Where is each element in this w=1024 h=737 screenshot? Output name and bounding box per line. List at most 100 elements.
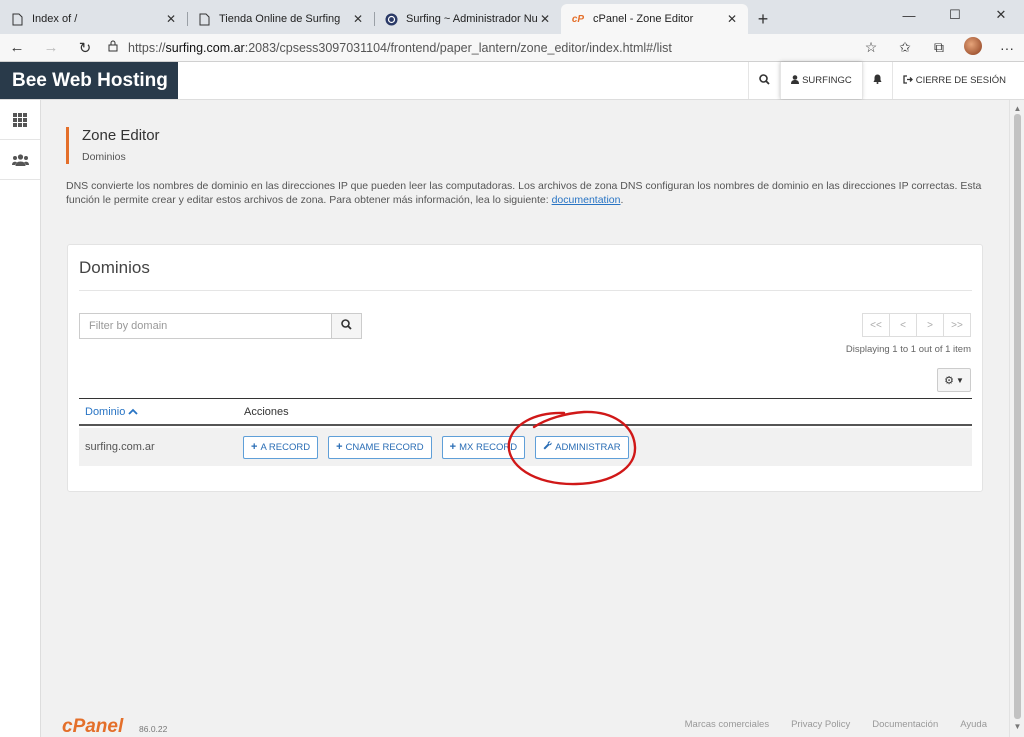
search-input[interactable] — [79, 313, 331, 339]
panel-title: Dominios — [79, 258, 150, 277]
globe-icon — [384, 12, 398, 26]
url-prefix: https:// — [128, 40, 166, 55]
scroll-up-icon[interactable]: ▲ — [1013, 104, 1022, 113]
domain-search — [79, 313, 362, 339]
maximize-icon[interactable]: ☐ — [932, 0, 978, 30]
first-page-button[interactable]: << — [862, 313, 890, 337]
prev-page-button[interactable]: < — [889, 313, 917, 337]
footer-links: Marcas comerciales Privacy Policy Docume… — [663, 719, 987, 730]
documentation-link[interactable]: documentation — [552, 194, 621, 206]
gear-icon: ⚙ — [944, 374, 954, 387]
column-actions-label: Acciones — [244, 405, 289, 418]
search-button[interactable] — [748, 62, 780, 99]
favorite-star-icon[interactable]: ☆ — [854, 39, 888, 56]
page-title: Zone Editor — [82, 127, 160, 144]
search-icon — [341, 319, 352, 333]
page-description: DNS convierte los nombres de dominio en … — [66, 179, 1011, 207]
browser-tab-active[interactable]: cP cPanel - Zone Editor ✕ — [561, 4, 748, 34]
logout-icon — [903, 74, 913, 87]
last-page-button[interactable]: >> — [943, 313, 971, 337]
left-sidebar — [0, 100, 41, 737]
footer: cPanel 86.0.22 Marcas comerciales Privac… — [0, 712, 1009, 737]
logout-label: CIERRE DE SESIÓN — [915, 75, 1006, 86]
user-menu[interactable]: SURFINGC — [780, 62, 862, 99]
add-a-record-button[interactable]: + A RECORD — [243, 435, 319, 459]
back-icon[interactable]: ← — [0, 34, 34, 62]
tab-title: Tienda Online de Surfing — [219, 13, 341, 25]
footer-link-privacy[interactable]: Privacy Policy — [791, 719, 850, 730]
cpanel-logo: cPanel — [62, 716, 124, 737]
browser-tab[interactable]: Index of / ✕ — [0, 4, 187, 34]
domain-cell: surfing.com.ar — [85, 441, 155, 453]
button-label: MX RECORD — [459, 441, 518, 453]
pagination: << < > >> — [862, 313, 971, 337]
minimize-icon[interactable]: — — [886, 0, 932, 30]
lock-icon — [108, 40, 118, 55]
plus-icon: + — [449, 441, 457, 453]
home-grid-icon[interactable] — [0, 100, 40, 140]
users-icon[interactable] — [0, 140, 40, 180]
plus-icon: + — [251, 441, 258, 453]
window-controls: — ☐ ✕ — [886, 0, 1024, 30]
page-icon — [197, 12, 211, 26]
search-icon — [759, 73, 770, 88]
settings-dropdown-button[interactable]: ⚙ ▼ — [937, 368, 971, 392]
brand-logo[interactable]: Bee Web Hosting — [0, 62, 178, 99]
manage-button[interactable]: ADMINISTRAR — [535, 435, 629, 459]
tab-title: Surfing ~ Administrador Nube ~ — [406, 13, 537, 25]
browser-tabbar: Index of / ✕ Tienda Online de Surfing ✕ … — [0, 0, 1024, 34]
url-host: surfing.com.ar — [165, 40, 245, 55]
vertical-scrollbar[interactable]: ▲ ▼ — [1009, 100, 1024, 737]
add-mx-record-button[interactable]: + MX RECORD — [441, 435, 526, 459]
page-icon — [10, 12, 24, 26]
tab-close-icon[interactable]: ✕ — [724, 12, 740, 26]
scroll-thumb[interactable] — [1014, 114, 1021, 719]
plus-icon: + — [336, 441, 343, 453]
column-domain-sort[interactable]: Dominio — [79, 406, 244, 418]
browser-tab[interactable]: Tienda Online de Surfing ✕ — [187, 4, 374, 34]
page-subtitle: Dominios — [82, 151, 126, 163]
profile-avatar[interactable] — [956, 37, 990, 58]
collections-icon[interactable]: ⧉ — [922, 39, 956, 56]
tab-close-icon[interactable]: ✕ — [163, 12, 179, 26]
footer-link-trademarks[interactable]: Marcas comerciales — [685, 719, 769, 730]
browser-tab[interactable]: Surfing ~ Administrador Nube ~ ✕ — [374, 4, 561, 34]
scroll-down-icon[interactable]: ▼ — [1013, 722, 1022, 731]
column-domain-label: Dominio — [85, 405, 126, 418]
cpanel-icon: cP — [571, 13, 585, 25]
main-content: Zone Editor Dominios DNS convierte los n… — [41, 100, 1009, 737]
tab-close-icon[interactable]: ✕ — [537, 12, 553, 26]
search-button[interactable] — [331, 313, 362, 339]
bell-icon — [873, 74, 882, 87]
footer-link-help[interactable]: Ayuda — [960, 719, 987, 730]
version-label: 86.0.22 — [139, 724, 168, 734]
tab-title: cPanel - Zone Editor — [593, 13, 694, 25]
new-tab-button[interactable]: + — [748, 4, 778, 34]
user-icon — [791, 74, 800, 87]
chevron-up-icon — [128, 406, 139, 418]
forward-icon[interactable]: → — [34, 34, 68, 62]
button-label: ADMINISTRAR — [555, 441, 621, 453]
description-end: . — [620, 194, 624, 206]
table-row: surfing.com.ar + A RECORD + CNAME RECORD +… — [79, 428, 972, 466]
url-field[interactable]: https://surfing.com.ar:2083/cpsess309703… — [102, 34, 854, 62]
divider — [79, 290, 972, 291]
caret-down-icon: ▼ — [955, 375, 964, 385]
more-menu-icon[interactable]: ··· — [990, 40, 1024, 56]
address-bar: ← → ↻ https://surfing.com.ar:2083/cpsess… — [0, 34, 1024, 62]
page-header: Zone Editor Dominios — [66, 127, 160, 164]
refresh-icon[interactable]: ↻ — [68, 34, 102, 62]
table-header: Dominio Acciones — [79, 398, 972, 426]
tab-close-icon[interactable]: ✕ — [350, 12, 366, 26]
add-cname-record-button[interactable]: + CNAME RECORD — [328, 435, 432, 459]
button-label: CNAME RECORD — [345, 441, 424, 453]
tab-title: Index of / — [32, 13, 78, 25]
logout-button[interactable]: CIERRE DE SESIÓN — [891, 62, 1016, 99]
close-window-icon[interactable]: ✕ — [978, 0, 1024, 30]
notifications-button[interactable] — [861, 62, 892, 99]
next-page-button[interactable]: > — [916, 313, 944, 337]
domains-panel: Dominios << < > >> Displaying 1 to 1 out… — [67, 244, 983, 492]
cpanel-header: Bee Web Hosting SURFINGC CIERRE DE SESIÓ… — [0, 62, 1024, 100]
footer-link-documentation[interactable]: Documentación — [872, 719, 938, 730]
favorites-list-icon[interactable]: ✩ — [888, 39, 922, 56]
